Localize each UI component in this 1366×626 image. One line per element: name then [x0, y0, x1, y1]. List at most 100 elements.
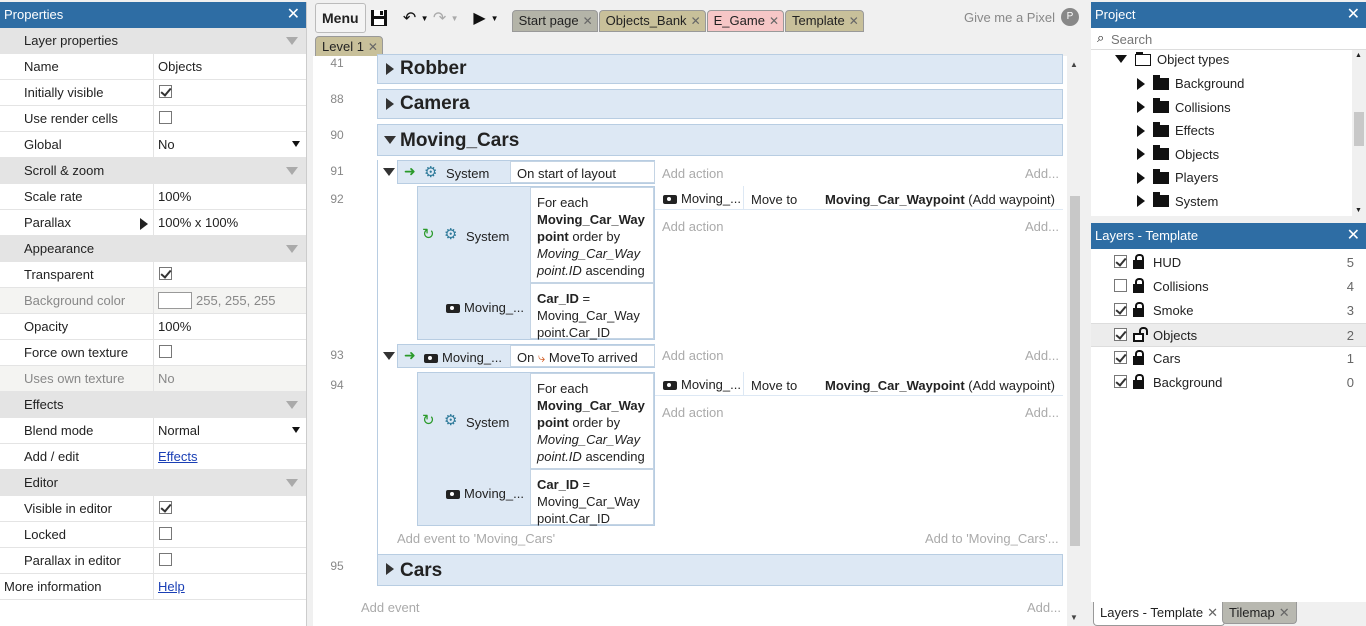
expand-icon[interactable] — [1137, 195, 1145, 208]
menu-button[interactable]: Menu — [315, 3, 366, 33]
condition-moveto-arrived[interactable]: On ⤷ MoveTo arrived — [510, 345, 655, 367]
section-effects[interactable]: Effects — [0, 392, 306, 418]
parallax-value[interactable]: 100% x 100% — [158, 215, 238, 230]
layer-visible-checkbox[interactable] — [1114, 303, 1127, 317]
global-value[interactable]: No — [158, 137, 175, 152]
group-cars[interactable]: Cars — [377, 554, 1063, 586]
expand-icon[interactable] — [1137, 171, 1145, 184]
tab-tilemap[interactable]: Tilemap ✕ — [1222, 602, 1297, 624]
scrollbar-thumb[interactable] — [1354, 112, 1364, 146]
play-icon[interactable]: ▶ — [470, 3, 490, 33]
add-action-link[interactable]: Add action — [662, 405, 723, 420]
layer-visible-checkbox[interactable] — [1114, 351, 1127, 365]
section-scroll-zoom[interactable]: Scroll & zoom — [0, 158, 306, 184]
tab-level-1[interactable]: Level 1 ✕ — [315, 36, 383, 58]
chevron-down-icon[interactable] — [292, 141, 300, 147]
search-input[interactable] — [1111, 30, 1351, 48]
expand-icon[interactable] — [1137, 101, 1145, 114]
action-move-to[interactable]: Moving_... Move to Moving_Car_Waypoint (… — [655, 186, 1063, 210]
collapse-icon[interactable] — [286, 479, 298, 487]
section-editor[interactable]: Editor — [0, 470, 306, 496]
add-link[interactable]: Add... — [1025, 405, 1059, 420]
add-action-link[interactable]: Add action — [662, 348, 723, 363]
undo-dropdown-icon[interactable]: ▼ — [420, 3, 430, 33]
lock-icon[interactable] — [1133, 254, 1144, 270]
visible-in-editor-checkbox[interactable] — [159, 501, 172, 515]
redo-dropdown-icon[interactable]: ▼ — [450, 3, 460, 33]
condition-car-id[interactable]: Car_ID = Moving_Car_Waypoint.Car_ID — [530, 469, 654, 526]
force-own-texture-checkbox[interactable] — [159, 345, 172, 359]
lock-icon[interactable] — [1133, 350, 1144, 366]
expand-icon[interactable] — [1137, 124, 1145, 137]
tree-item-objects[interactable]: Objects — [1137, 143, 1352, 167]
tab-template[interactable]: Template ✕ — [785, 10, 864, 32]
add-action-link[interactable]: Add action — [662, 166, 723, 181]
group-robber[interactable]: Robber — [377, 54, 1063, 84]
unlock-icon[interactable] — [1133, 327, 1148, 343]
undo-icon[interactable]: ↶ — [400, 3, 420, 33]
event-91-conditions[interactable]: ➜ ⚙ System On start of layout — [397, 160, 655, 184]
layer-row-hud[interactable]: HUD 5 — [1091, 251, 1366, 275]
help-link[interactable]: Help — [158, 579, 185, 594]
initially-visible-checkbox[interactable] — [159, 85, 172, 99]
tab-layers-template[interactable]: Layers - Template ✕ — [1093, 602, 1225, 626]
scrollbar[interactable]: ▲ ▼ — [1067, 56, 1083, 626]
action-move-to[interactable]: Moving_... Move to Moving_Car_Waypoint (… — [655, 372, 1063, 396]
tab-objects-bank[interactable]: Objects_Bank ✕ — [598, 10, 706, 32]
locked-checkbox[interactable] — [159, 527, 172, 541]
add-event-link[interactable]: Add event — [361, 600, 420, 615]
expand-icon[interactable] — [140, 218, 148, 230]
play-dropdown-icon[interactable]: ▼ — [490, 3, 500, 33]
close-tab-icon[interactable]: ✕ — [1207, 605, 1218, 620]
scroll-up-icon[interactable]: ▲ — [1355, 52, 1362, 59]
color-swatch[interactable] — [158, 292, 192, 310]
close-tab-icon[interactable]: ✕ — [849, 14, 859, 28]
use-render-cells-checkbox[interactable] — [159, 111, 172, 125]
expand-icon[interactable] — [1137, 148, 1145, 161]
redo-icon[interactable]: ↷ — [430, 3, 450, 33]
section-appearance[interactable]: Appearance — [0, 236, 306, 262]
parallax-in-editor-checkbox[interactable] — [159, 553, 172, 567]
tree-item-background[interactable]: Background — [1137, 72, 1352, 96]
close-icon[interactable]: ✕ — [1347, 223, 1360, 249]
layer-visible-checkbox[interactable] — [1114, 279, 1127, 293]
transparent-checkbox[interactable] — [159, 267, 172, 281]
add-action-link[interactable]: Add action — [662, 219, 723, 234]
add-link[interactable]: Add... — [1025, 219, 1059, 234]
layer-row-collisions[interactable]: Collisions 4 — [1091, 275, 1366, 299]
scale-rate-value[interactable]: 100% — [158, 189, 191, 204]
avatar[interactable]: P — [1061, 8, 1079, 26]
event-92-conditions[interactable]: ↻ ⚙ System For each Moving_Car_Waypoint … — [417, 186, 655, 340]
layer-row-background[interactable]: Background 0 — [1091, 371, 1366, 395]
close-tab-icon[interactable]: ✕ — [1279, 605, 1290, 620]
tree-item-players[interactable]: Players — [1137, 166, 1352, 190]
group-moving-cars[interactable]: Moving_Cars — [377, 124, 1063, 156]
tree-item-object-types[interactable]: Object types — [1115, 50, 1352, 72]
event-94-conditions[interactable]: ↻ ⚙ System For each Moving_Car_Waypoint … — [417, 372, 655, 526]
layer-row-objects[interactable]: Objects 2 — [1091, 323, 1366, 347]
condition-car-id[interactable]: Car_ID = Moving_Car_Waypoint.Car_ID — [530, 283, 654, 340]
layer-visible-checkbox[interactable] — [1114, 255, 1127, 269]
tree-item-collisions[interactable]: Collisions — [1137, 96, 1352, 120]
expand-icon[interactable] — [1115, 54, 1127, 63]
tab-start-page[interactable]: Start page ✕ — [511, 10, 598, 32]
close-tab-icon[interactable]: ✕ — [368, 40, 378, 54]
tree-item-system[interactable]: System — [1137, 190, 1352, 214]
layer-visible-checkbox[interactable] — [1114, 328, 1127, 342]
collapse-icon[interactable] — [383, 352, 395, 360]
scroll-down-icon[interactable]: ▼ — [1070, 613, 1078, 622]
section-layer-properties[interactable]: Layer properties — [0, 28, 306, 54]
layer-row-cars[interactable]: Cars 1 — [1091, 347, 1366, 371]
layer-visible-checkbox[interactable] — [1114, 375, 1127, 389]
tab-e-game[interactable]: E_Game ✕ — [706, 10, 784, 32]
blend-mode-value[interactable]: Normal — [158, 423, 200, 438]
scrollbar-thumb[interactable] — [1070, 196, 1080, 546]
scroll-down-icon[interactable]: ▼ — [1355, 207, 1362, 214]
condition-for-each[interactable]: For each Moving_Car_Waypoint order by Mo… — [530, 187, 654, 283]
add-event-to-group-link[interactable]: Add event to 'Moving_Cars' — [397, 531, 555, 546]
name-value[interactable]: Objects — [158, 59, 202, 74]
lock-icon[interactable] — [1133, 278, 1144, 294]
scrollbar[interactable]: ▲ ▼ — [1352, 50, 1366, 216]
close-tab-icon[interactable]: ✕ — [583, 14, 593, 28]
add-to-group-link[interactable]: Add to 'Moving_Cars'... — [925, 531, 1059, 546]
